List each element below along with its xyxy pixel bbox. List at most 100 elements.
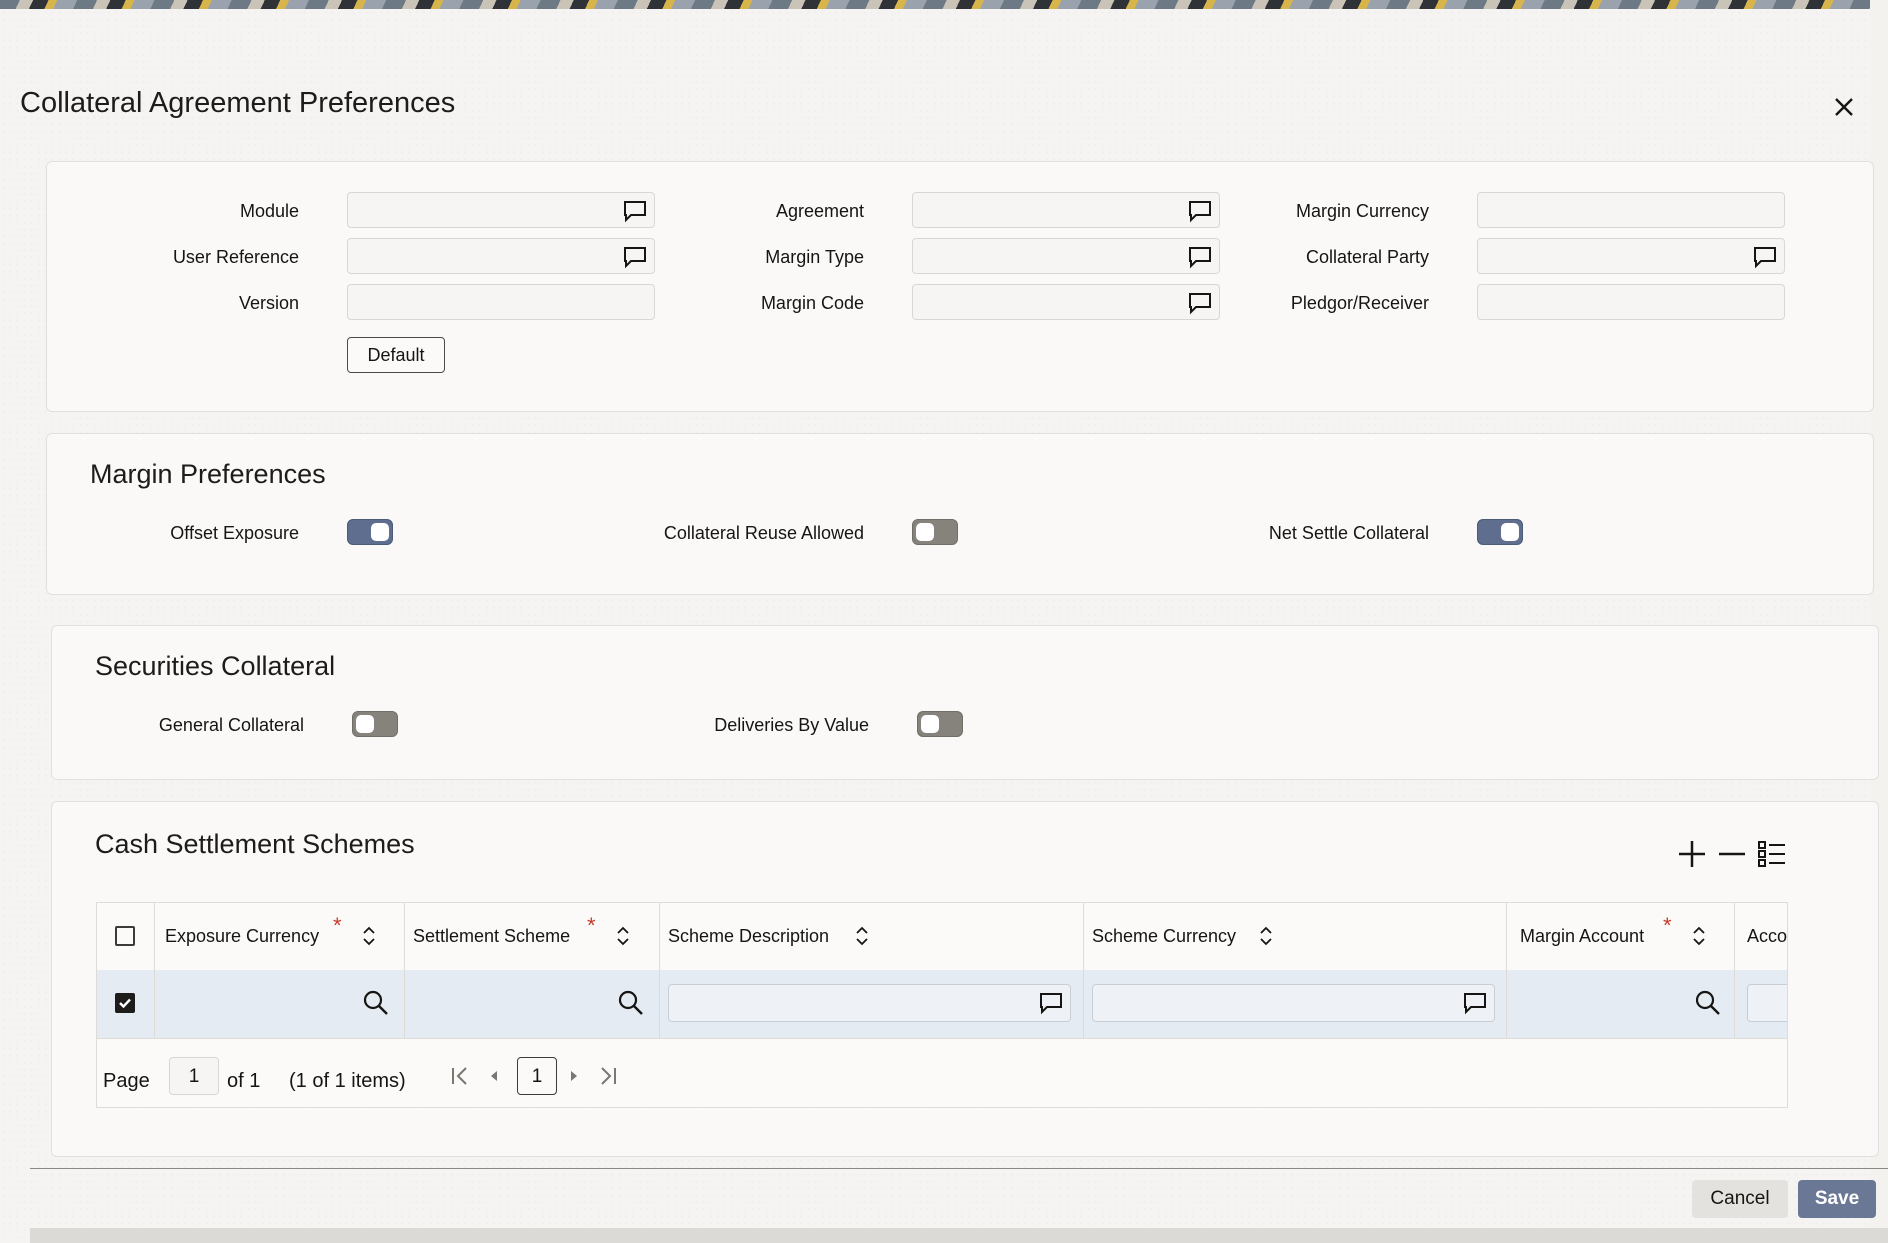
list-of-values-icon[interactable] — [1187, 291, 1213, 315]
next-page-icon[interactable] — [563, 1065, 585, 1087]
single-record-view-icon[interactable] — [1757, 839, 1787, 869]
page-label: Page — [103, 1070, 150, 1092]
net-settle-collateral-label: Net Settle Collateral — [1268, 523, 1429, 543]
collateral-agreement-preferences-dialog: Collateral Agreement Preferences Module … — [0, 9, 1888, 1243]
agreement-field[interactable] — [912, 192, 1220, 228]
list-of-values-icon[interactable] — [1462, 991, 1488, 1015]
module-input[interactable] — [348, 193, 654, 227]
scheme-currency-field[interactable] — [1092, 984, 1495, 1022]
toggle-knob — [1501, 523, 1519, 541]
margin-code-field[interactable] — [912, 284, 1220, 320]
sort-icon[interactable] — [1259, 925, 1273, 947]
margin-code-input[interactable] — [913, 285, 1219, 319]
collateral-party-field[interactable] — [1477, 238, 1785, 274]
required-marker: * — [1663, 913, 1672, 938]
user-reference-field[interactable] — [347, 238, 655, 274]
column-header-account[interactable]: Accou — [1747, 903, 1787, 970]
net-settle-collateral-toggle[interactable] — [1477, 519, 1523, 545]
previous-page-icon[interactable] — [483, 1065, 505, 1087]
cancel-button[interactable]: Cancel — [1692, 1180, 1788, 1218]
collateral-party-label: Collateral Party — [1305, 247, 1429, 267]
remove-icon[interactable] — [1717, 839, 1747, 869]
current-page-button[interactable]: 1 — [517, 1057, 557, 1095]
list-of-values-icon[interactable] — [1038, 991, 1064, 1015]
table-header: Exposure Currency * Settlement Scheme * … — [97, 903, 1787, 971]
pledgor-receiver-input[interactable] — [1478, 285, 1784, 319]
banner-strip — [0, 0, 1870, 9]
column-divider — [1083, 903, 1084, 1038]
user-reference-label: User Reference — [172, 247, 299, 267]
list-of-values-icon[interactable] — [622, 245, 648, 269]
row-checkbox[interactable] — [115, 993, 135, 1013]
toggle-knob — [921, 715, 939, 733]
last-page-icon[interactable] — [597, 1065, 619, 1087]
column-header-margin-account[interactable]: Margin Account — [1520, 903, 1644, 970]
column-divider — [404, 903, 405, 1038]
margin-code-label: Margin Code — [760, 293, 864, 313]
status-bar — [30, 1228, 1888, 1243]
margin-type-field[interactable] — [912, 238, 1220, 274]
agreement-input[interactable] — [913, 193, 1219, 227]
column-divider — [1506, 903, 1507, 1038]
margin-preferences-panel — [46, 433, 1874, 595]
margin-currency-input[interactable] — [1478, 193, 1784, 227]
cash-settlement-schemes-table: Exposure Currency * Settlement Scheme * … — [96, 902, 1788, 1108]
column-divider — [154, 903, 155, 1038]
sort-icon[interactable] — [855, 925, 869, 947]
sort-icon[interactable] — [1692, 925, 1706, 947]
required-marker: * — [587, 913, 596, 938]
deliveries-by-value-label: Deliveries By Value — [714, 715, 869, 735]
items-count-text: (1 of 1 items) — [289, 1070, 406, 1092]
table-row[interactable] — [97, 970, 1787, 1039]
agreement-label: Agreement — [775, 201, 864, 221]
page-count-text: of 1 — [227, 1070, 261, 1092]
first-page-icon[interactable] — [449, 1065, 471, 1087]
column-header-scheme-description[interactable]: Scheme Description — [668, 903, 829, 970]
footer-divider — [30, 1168, 1888, 1169]
column-header-settlement-scheme[interactable]: Settlement Scheme — [413, 903, 570, 970]
margin-type-input[interactable] — [913, 239, 1219, 273]
column-header-exposure-currency[interactable]: Exposure Currency — [165, 903, 319, 970]
page-number-input[interactable]: 1 — [169, 1057, 219, 1095]
list-of-values-icon[interactable] — [622, 199, 648, 223]
toggle-knob — [916, 523, 934, 541]
collateral-reuse-allowed-toggle[interactable] — [912, 519, 958, 545]
module-label: Module — [239, 201, 299, 221]
general-collateral-toggle[interactable] — [352, 711, 398, 737]
cash-settlement-schemes-title: Cash Settlement Schemes — [95, 829, 415, 859]
list-of-values-icon[interactable] — [1187, 199, 1213, 223]
collateral-reuse-allowed-label: Collateral Reuse Allowed — [663, 523, 864, 543]
collateral-party-input[interactable] — [1478, 239, 1784, 273]
list-of-values-icon[interactable] — [1752, 245, 1778, 269]
account-field[interactable] — [1747, 984, 1787, 1022]
module-field[interactable] — [347, 192, 655, 228]
column-divider — [659, 903, 660, 1038]
version-input[interactable] — [348, 285, 654, 319]
margin-account-search-icon[interactable] — [1694, 989, 1722, 1017]
column-header-scheme-currency[interactable]: Scheme Currency — [1092, 903, 1236, 970]
add-icon[interactable] — [1677, 839, 1707, 869]
scheme-description-field[interactable] — [668, 984, 1071, 1022]
select-all-checkbox[interactable] — [115, 926, 135, 946]
save-button[interactable]: Save — [1798, 1180, 1876, 1218]
margin-currency-label: Margin Currency — [1295, 201, 1429, 221]
margin-preferences-title: Margin Preferences — [90, 459, 326, 489]
pledgor-receiver-label: Pledgor/Receiver — [1290, 293, 1429, 313]
offset-exposure-label: Offset Exposure — [170, 523, 299, 543]
deliveries-by-value-toggle[interactable] — [917, 711, 963, 737]
checkmark-icon — [119, 998, 131, 1009]
exposure-currency-search-icon[interactable] — [362, 989, 390, 1017]
offset-exposure-toggle[interactable] — [347, 519, 393, 545]
sort-icon[interactable] — [616, 925, 630, 947]
list-of-values-icon[interactable] — [1187, 245, 1213, 269]
pledgor-receiver-field[interactable] — [1477, 284, 1785, 320]
required-marker: * — [333, 913, 342, 938]
margin-currency-field[interactable] — [1477, 192, 1785, 228]
version-field[interactable] — [347, 284, 655, 320]
default-button[interactable]: Default — [347, 337, 445, 373]
close-icon[interactable] — [1830, 93, 1858, 121]
settlement-scheme-search-icon[interactable] — [617, 989, 645, 1017]
sort-icon[interactable] — [362, 925, 376, 947]
general-collateral-label: General Collateral — [158, 715, 304, 735]
user-reference-input[interactable] — [348, 239, 654, 273]
